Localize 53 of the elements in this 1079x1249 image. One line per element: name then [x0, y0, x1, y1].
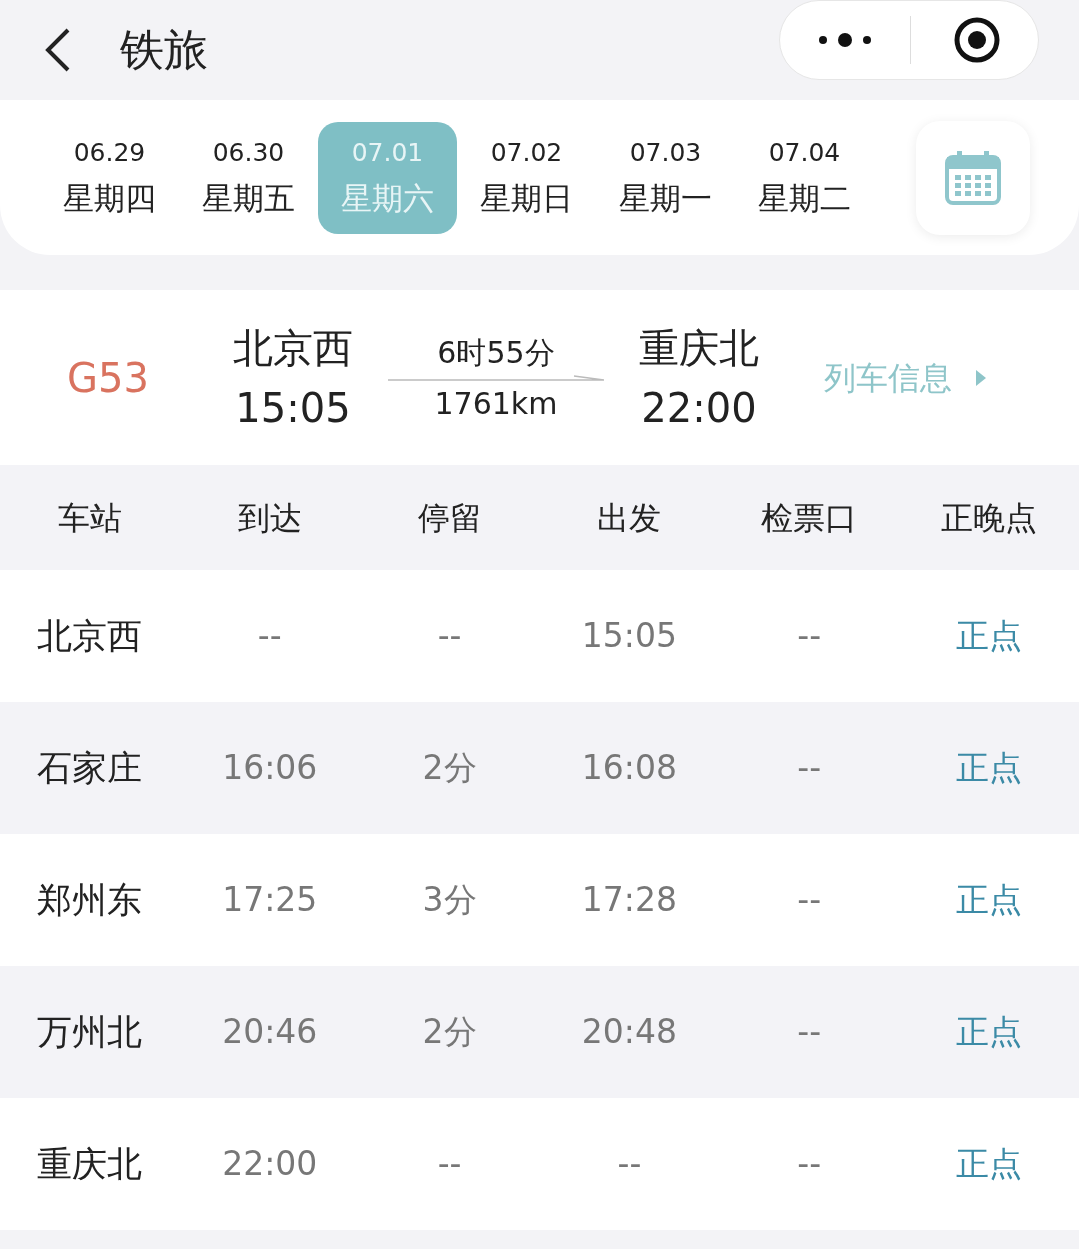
- arrival-cell-text: --: [256, 615, 283, 658]
- column-header: 车站: [56, 497, 123, 539]
- column-header: 停留: [416, 497, 483, 539]
- travel-duration: 6时55分: [437, 333, 555, 372]
- status-cell-text: 正点: [955, 747, 1024, 790]
- station-cell-text: 重庆北: [36, 1142, 144, 1186]
- date-tab[interactable]: 07.03 星期一: [596, 121, 735, 234]
- departure-time: 15:05: [235, 383, 351, 433]
- arrival-time: 22:00: [641, 383, 757, 433]
- close-mini-program-icon[interactable]: [953, 16, 1001, 64]
- date-tab[interactable]: 07.04 星期二: [735, 121, 874, 234]
- status-cell-text: 正点: [955, 879, 1024, 922]
- stop-cell-text: --: [436, 615, 463, 658]
- gate-cell-text: --: [796, 1143, 823, 1186]
- column-header: 到达: [236, 497, 303, 539]
- departure-cell-text: 20:48: [580, 1011, 678, 1054]
- station-cell-text: 北京西: [36, 614, 144, 658]
- train-number: G53: [66, 353, 150, 403]
- stop-cell-text: 2分: [421, 1011, 478, 1054]
- arrival-cell-text: 16:06: [221, 747, 319, 790]
- status-cell-text: 正点: [955, 615, 1024, 658]
- column-header: 出发: [596, 497, 663, 539]
- more-icon[interactable]: [818, 33, 872, 47]
- status-cell-text: 正点: [955, 1011, 1024, 1054]
- gate-cell-text: --: [796, 879, 823, 922]
- caret-right-icon: [976, 369, 986, 386]
- stop-cell-text: 3分: [421, 879, 478, 922]
- calendar-icon: [945, 150, 1001, 205]
- gate-cell-text: --: [796, 747, 823, 790]
- station-cell-text: 万州北: [36, 1010, 144, 1054]
- departure-station: 北京西: [233, 323, 353, 373]
- departure-cell-text: 16:08: [580, 747, 678, 790]
- gate-cell-text: --: [796, 615, 823, 658]
- date-tab[interactable]: 07.02 星期日: [457, 121, 596, 234]
- stop-cell-text: --: [436, 1143, 463, 1186]
- status-cell-text: 正点: [955, 1143, 1024, 1186]
- arrival-cell-text: 17:25: [221, 879, 319, 922]
- departure-cell-text: 17:28: [580, 879, 678, 922]
- column-header: 正晚点: [940, 497, 1039, 539]
- arrival-cell-text: 22:00: [221, 1143, 319, 1186]
- date-tab[interactable]: 06.29 星期四: [40, 121, 179, 234]
- station-cell-text: 郑州东: [36, 878, 144, 922]
- date-tab[interactable]: 06.30 星期五: [179, 121, 318, 234]
- arrival-station: 重庆北: [639, 323, 759, 373]
- departure-cell-text: 15:05: [580, 615, 678, 658]
- gate-cell-text: --: [796, 1011, 823, 1054]
- stop-cell-text: 2分: [421, 747, 478, 790]
- departure-cell-text: --: [616, 1143, 643, 1186]
- arrival-cell-text: 20:46: [221, 1011, 319, 1054]
- travel-distance: 1761km: [434, 384, 558, 423]
- station-cell-text: 石家庄: [36, 746, 144, 790]
- page-title: 铁旅: [120, 23, 208, 77]
- column-header: 检票口: [760, 497, 859, 539]
